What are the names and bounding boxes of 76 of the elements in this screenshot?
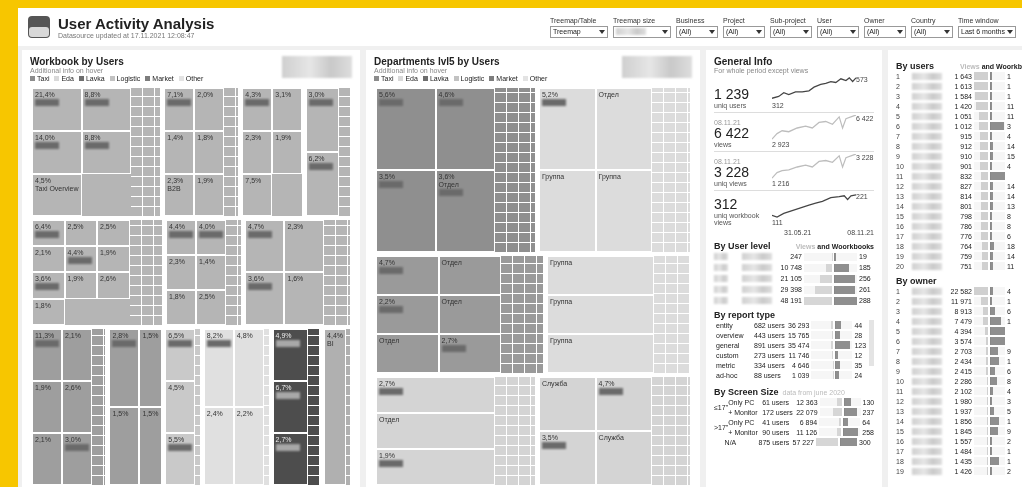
redacted-name: [912, 337, 942, 345]
caret-icon: [850, 29, 856, 34]
redacted-name: [912, 252, 942, 260]
panel-title: Departments lvl5 by Users: [374, 56, 501, 67]
redacted-text: [714, 286, 728, 293]
panel-title: General Info: [714, 56, 774, 67]
redacted-name: [912, 222, 942, 230]
redacted-name: [912, 467, 942, 475]
redacted-name: [912, 112, 942, 120]
redacted-name: [912, 122, 942, 130]
filter-dropdown[interactable]: [613, 25, 671, 38]
redacted-name: [912, 72, 942, 80]
redacted-name: [912, 142, 942, 150]
redacted-name: [912, 202, 942, 210]
metric-value: 3 228: [714, 165, 751, 180]
redacted-name: [912, 287, 942, 295]
redacted-name: [912, 427, 942, 435]
metric-value: 312: [714, 197, 739, 212]
caret-icon: [803, 29, 809, 34]
app-title: User Activity Analysis: [58, 15, 215, 32]
redacted-name: [912, 417, 942, 425]
redacted-name: [912, 182, 942, 190]
panel-title: Workbook by Users: [30, 56, 125, 67]
redacted-name: [912, 192, 942, 200]
redacted-name: [912, 387, 942, 395]
redacted-name: [912, 437, 942, 445]
section-title: By owner: [896, 276, 937, 286]
redacted-name: [912, 367, 942, 375]
redacted-name: [912, 317, 942, 325]
redacted-name: [912, 297, 942, 305]
redacted-name: [912, 327, 942, 335]
metric-value: 6 422: [714, 126, 751, 141]
redacted-name: [912, 102, 942, 110]
redacted-name: [912, 132, 942, 140]
redacted-name: [912, 357, 942, 365]
redacted-text: [714, 275, 728, 282]
redacted-name: [912, 347, 942, 355]
section-title: By users: [896, 61, 935, 71]
scrollbar[interactable]: [869, 320, 874, 366]
redacted-name: [912, 262, 942, 270]
caret-icon: [897, 29, 903, 34]
redacted-text: [742, 297, 772, 304]
caret-icon: [662, 29, 668, 34]
redacted-text: [742, 253, 772, 260]
redacted-text: [714, 253, 728, 260]
redacted-name: [912, 82, 942, 90]
redacted-name: [912, 162, 942, 170]
redacted-name: [912, 152, 942, 160]
caret-icon: [709, 29, 715, 34]
caret-icon: [599, 29, 605, 34]
redacted-name: [912, 232, 942, 240]
caret-icon: [944, 29, 950, 34]
logo-icon: [28, 16, 50, 38]
redacted-name: [912, 172, 942, 180]
redacted-name: [912, 212, 942, 220]
redacted-text: [742, 286, 772, 293]
redacted-text: [742, 264, 772, 271]
redacted-name: [912, 457, 942, 465]
redacted-name: [912, 407, 942, 415]
redacted-image: [622, 56, 692, 78]
caret-icon: [1007, 29, 1013, 34]
redacted-text: [714, 264, 728, 271]
redacted-name: [912, 307, 942, 315]
redacted-name: [912, 447, 942, 455]
caret-icon: [756, 29, 762, 34]
redacted-image: [282, 56, 352, 78]
redacted-name: [912, 242, 942, 250]
redacted-name: [912, 377, 942, 385]
redacted-name: [912, 397, 942, 405]
section-title: By User level: [714, 241, 771, 251]
redacted-text: [714, 297, 728, 304]
redacted-text: [742, 275, 772, 282]
metric-value: 1 239: [714, 87, 751, 102]
redacted-name: [912, 92, 942, 100]
section-title: By report type: [714, 310, 776, 320]
section-title: By Screen Size: [714, 387, 779, 397]
